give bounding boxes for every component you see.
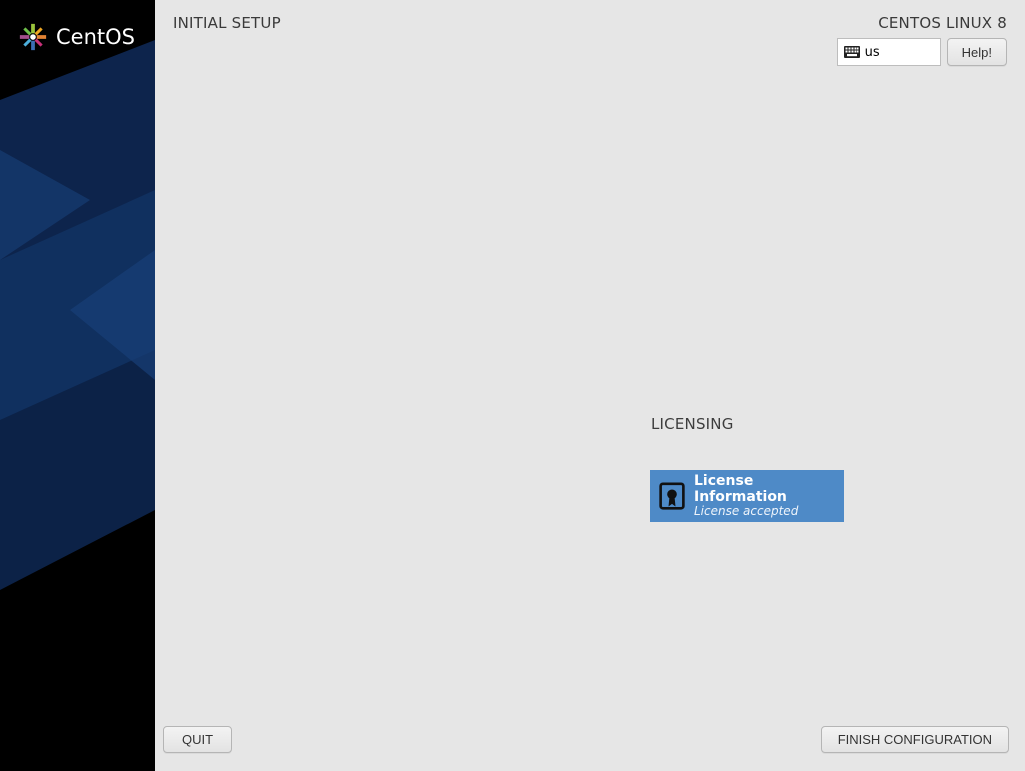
page-title: INITIAL SETUP <box>173 14 281 32</box>
spoke-license-information[interactable]: License Information License accepted <box>650 470 844 522</box>
spoke-title: License Information <box>694 473 836 505</box>
section-licensing-title: LICENSING <box>651 415 734 433</box>
spoke-status: License accepted <box>694 505 836 519</box>
brand-logo: CentOS <box>18 22 135 52</box>
quit-button[interactable]: QUIT <box>163 726 232 753</box>
centos-logo-icon <box>18 22 48 52</box>
header-right: CENTOS LINUX 8 <box>837 14 1007 66</box>
sidebar-background <box>0 0 155 771</box>
finish-configuration-button[interactable]: FINISH CONFIGURATION <box>821 726 1009 753</box>
spoke-texts: License Information License accepted <box>694 473 836 519</box>
keyboard-layout-label: us <box>865 45 880 60</box>
header: INITIAL SETUP CENTOS LINUX 8 <box>155 0 1025 66</box>
brand-name: CentOS <box>56 25 135 49</box>
os-name: CENTOS LINUX 8 <box>837 14 1007 32</box>
footer: QUIT FINISH CONFIGURATION <box>155 714 1025 771</box>
sidebar: CentOS <box>0 0 155 771</box>
license-icon <box>658 482 686 510</box>
help-button[interactable]: Help! <box>947 38 1007 66</box>
content-area: LICENSING License Information License ac… <box>155 66 1025 714</box>
keyboard-layout-selector[interactable]: us <box>837 38 941 66</box>
app-root: CentOS INITIAL SETUP CENTOS LINUX 8 <box>0 0 1025 771</box>
keyboard-icon <box>844 46 860 58</box>
main-pane: INITIAL SETUP CENTOS LINUX 8 <box>155 0 1025 771</box>
